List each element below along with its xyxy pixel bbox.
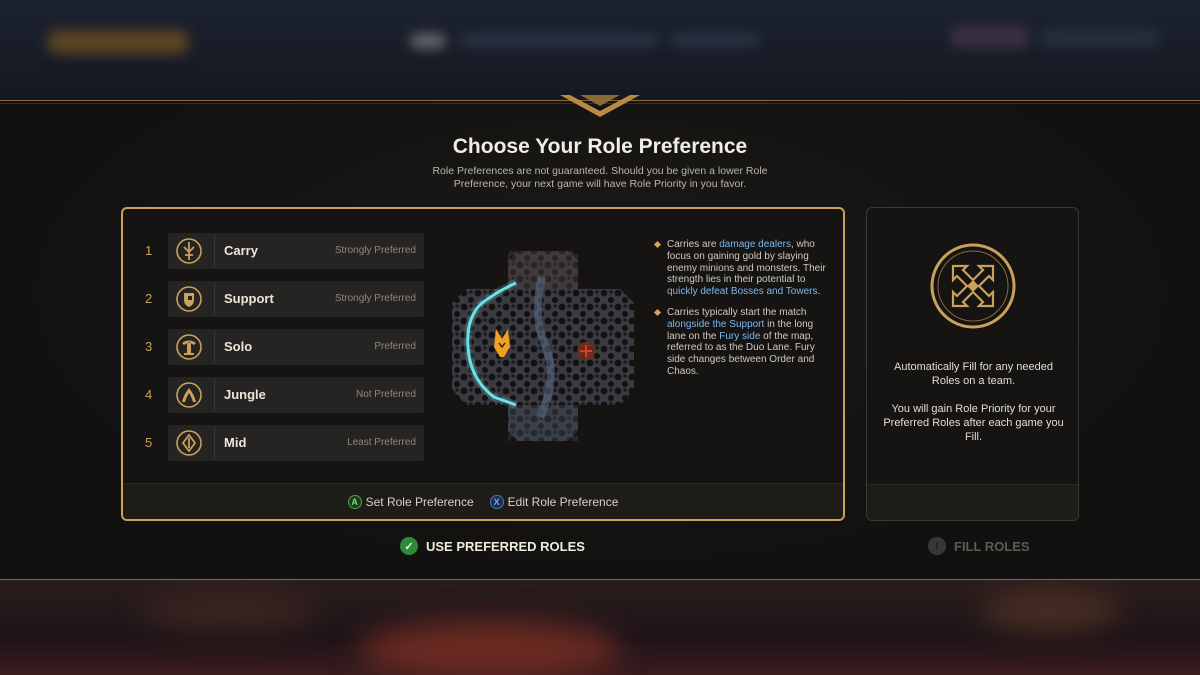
divider — [214, 427, 215, 459]
background-top-bar — [0, 0, 1200, 100]
role-name: Solo — [224, 339, 253, 354]
role-name: Carry — [224, 243, 258, 258]
role-preference: Least Preferred — [347, 437, 416, 448]
button-label: USE PREFERRED ROLES — [426, 538, 585, 554]
role-rank: 2 — [145, 291, 153, 306]
fill-description: Automatically Fill for any needed Roles … — [894, 361, 1053, 387]
use-preferred-roles-button[interactable]: ✓ USE PREFERRED ROLES — [400, 537, 585, 555]
role-name: Jungle — [224, 387, 266, 402]
background-bottom-bar — [0, 580, 1200, 675]
text: Carries are — [667, 239, 720, 250]
lane-map — [452, 251, 634, 441]
gold-emblem-icon — [560, 95, 640, 117]
role-row-jungle[interactable]: 4 Jungle Not Preferred — [123, 377, 424, 413]
role-preference: Preferred — [374, 341, 416, 352]
divider — [214, 331, 215, 363]
role-list-panel: 1 Carry Strongly Preferred 2 Support Str… — [121, 207, 845, 521]
carry-icon — [176, 238, 202, 264]
role-rank: 1 — [145, 243, 153, 258]
highlight-fury-side: Fury side — [719, 330, 761, 342]
fill-roles-panel[interactable]: Automatically Fill for any needed Roles … — [866, 207, 1079, 521]
check-icon: ✓ — [400, 537, 418, 555]
set-role-preference-hint[interactable]: A Set Role Preference — [347, 494, 474, 509]
role-card[interactable]: Support Strongly Preferred — [168, 281, 424, 317]
mid-icon — [176, 430, 202, 456]
role-description: Carries are damage dealers, who focus on… — [655, 239, 830, 387]
role-name: Support — [224, 291, 274, 306]
fill-panel-footer — [867, 484, 1078, 520]
support-icon — [176, 286, 202, 312]
a-button-icon: A — [347, 494, 362, 509]
text: . — [817, 286, 821, 298]
hint-label: Edit Role Preference — [507, 494, 619, 509]
role-card[interactable]: Jungle Not Preferred — [168, 377, 424, 413]
role-preference: Strongly Preferred — [334, 245, 416, 256]
panel-footer-hints: A Set Role Preference X Edit Role Prefer… — [123, 483, 843, 519]
text: Carries typically start the match — [667, 306, 807, 318]
edit-role-preference-hint[interactable]: X Edit Role Preference — [489, 494, 619, 509]
modal-subtitle: Role Preferences are not guaranteed. Sho… — [432, 165, 768, 190]
divider — [214, 379, 215, 411]
role-preference: Not Preferred — [355, 389, 416, 400]
description-paragraph: Carries are damage dealers, who focus on… — [655, 239, 830, 298]
role-row-mid[interactable]: 5 Mid Least Preferred — [123, 425, 424, 461]
role-row-support[interactable]: 2 Support Strongly Preferred — [123, 281, 424, 317]
modal-title: Choose Your Role Preference — [452, 135, 748, 158]
role-preference-modal: Choose Your Role Preference Role Prefere… — [0, 95, 1200, 580]
role-row-carry[interactable]: 1 Carry Strongly Preferred — [123, 233, 424, 269]
role-rank: 4 — [145, 387, 153, 402]
x-button-icon: X — [489, 494, 504, 509]
disabled-circle-icon: / — [928, 537, 946, 555]
hint-label: Set Role Preference — [365, 494, 474, 509]
role-card[interactable]: Mid Least Preferred — [168, 425, 424, 461]
jungle-icon — [176, 382, 202, 408]
divider — [214, 283, 215, 315]
fill-roles-button[interactable]: / FILL ROLES — [928, 537, 1030, 555]
divider — [214, 235, 215, 267]
role-rank: 5 — [145, 435, 153, 450]
highlight-defeat-bosses: quickly defeat Bosses and Towers — [667, 286, 818, 298]
role-card[interactable]: Carry Strongly Preferred — [168, 233, 424, 269]
role-card[interactable]: Solo Preferred — [168, 329, 424, 365]
role-rank: 3 — [145, 339, 153, 354]
fill-priority-note: You will gain Role Priority for your Pre… — [883, 403, 1064, 443]
highlight-damage-dealers: damage dealers — [719, 239, 791, 250]
button-label: FILL ROLES — [954, 538, 1030, 554]
role-row-solo[interactable]: 3 Solo Preferred — [123, 329, 424, 365]
description-paragraph: Carries typically start the match alongs… — [655, 307, 830, 378]
role-name: Mid — [224, 435, 247, 450]
fill-roles-icon — [930, 243, 1016, 329]
role-preference: Strongly Preferred — [334, 293, 416, 304]
solo-icon — [176, 334, 202, 360]
highlight-alongside-support: alongside the Support — [667, 318, 765, 330]
